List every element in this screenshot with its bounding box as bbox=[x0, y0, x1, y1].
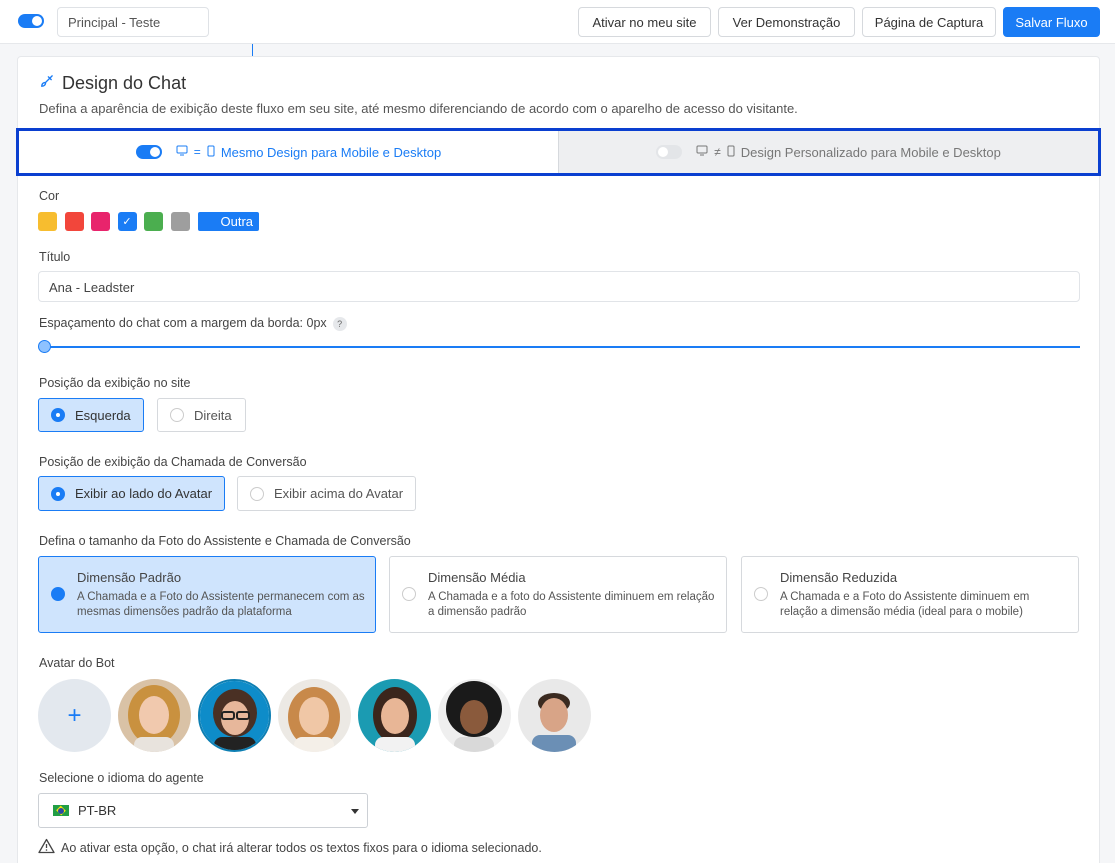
spacing-slider-track[interactable] bbox=[43, 346, 1080, 348]
section-subtitle: Defina a aparência de exibição deste flu… bbox=[39, 101, 798, 116]
avatar-option-1[interactable] bbox=[118, 679, 191, 752]
mobile-icon bbox=[207, 145, 215, 160]
size-medium-option[interactable]: Dimensão Média A Chamada e a foto do Ass… bbox=[389, 556, 727, 633]
divider bbox=[252, 44, 253, 56]
same-design-option[interactable]: = Mesmo Design para Mobile e Desktop bbox=[19, 131, 558, 173]
language-select[interactable]: PT-BR bbox=[38, 793, 368, 828]
custom-design-toggle[interactable] bbox=[656, 145, 683, 159]
radio-empty-icon bbox=[250, 486, 264, 501]
other-color-label: Outra bbox=[220, 214, 253, 229]
color-swatch[interactable] bbox=[38, 212, 57, 231]
radio-selected-icon bbox=[51, 587, 65, 601]
size-default-option[interactable]: Dimensão Padrão A Chamada e a Foto do As… bbox=[38, 556, 376, 633]
design-mode-selector: = Mesmo Design para Mobile e Desktop ≠ D… bbox=[16, 128, 1101, 176]
save-flow-button[interactable]: Salvar Fluxo bbox=[1003, 7, 1100, 37]
title-label: Título bbox=[39, 250, 71, 264]
position-right-option[interactable]: Direita bbox=[157, 398, 246, 432]
check-icon: ✓ bbox=[122, 216, 132, 228]
mobile-icon bbox=[727, 145, 735, 160]
same-design-label: Mesmo Design para Mobile e Desktop bbox=[220, 144, 442, 160]
add-avatar-button[interactable]: + bbox=[38, 679, 111, 752]
call-position-label: Posição de exibição da Chamada de Conver… bbox=[39, 455, 307, 469]
size-reduced-option[interactable]: Dimensão Reduzida A Chamada e a Foto do … bbox=[741, 556, 1079, 633]
plus-icon: + bbox=[67, 701, 82, 729]
radio-empty-icon bbox=[402, 587, 416, 601]
spacing-label-row: Espaçamento do chat com a margem da bord… bbox=[39, 316, 347, 331]
size-reduced-desc: A Chamada e a Foto do Assistente diminue… bbox=[780, 591, 1030, 618]
custom-design-label: Design Personalizado para Mobile e Deskt… bbox=[740, 144, 1001, 160]
brush-icon bbox=[39, 73, 54, 94]
spacing-slider-handle[interactable] bbox=[38, 340, 51, 353]
flow-active-toggle[interactable] bbox=[18, 14, 44, 28]
activate-site-button[interactable]: Ativar no meu site bbox=[578, 7, 711, 37]
size-default-title: Dimensão Padrão bbox=[77, 570, 182, 585]
monitor-icon bbox=[696, 145, 708, 159]
size-reduced-title: Dimensão Reduzida bbox=[780, 570, 898, 585]
warning-icon bbox=[38, 838, 55, 857]
help-icon[interactable]: ? bbox=[332, 316, 347, 331]
color-swatch[interactable]: ✓ bbox=[117, 212, 137, 231]
not-equal-icon: ≠ bbox=[714, 145, 721, 159]
warning-text: Ao ativar esta opção, o chat irá alterar… bbox=[61, 840, 542, 855]
radio-selected-icon bbox=[51, 486, 65, 501]
monitor-icon bbox=[176, 145, 188, 159]
section-title: Design do Chat bbox=[39, 73, 186, 94]
avatar-option-3[interactable] bbox=[278, 679, 351, 752]
spacing-label: Espaçamento do chat com a margem da bord… bbox=[39, 316, 327, 330]
caret-down-icon bbox=[351, 809, 359, 814]
avatar-option-2[interactable] bbox=[198, 679, 271, 752]
language-value: PT-BR bbox=[78, 803, 117, 818]
color-label: Cor bbox=[39, 189, 60, 203]
same-design-toggle[interactable] bbox=[135, 145, 162, 159]
page-title: Design do Chat bbox=[62, 73, 187, 93]
photo-size-label: Defina o tamanho da Foto do Assistente e… bbox=[39, 534, 411, 548]
size-medium-title: Dimensão Média bbox=[428, 570, 526, 585]
avatar-label: Avatar do Bot bbox=[39, 656, 115, 670]
position-left-option[interactable]: Esquerda bbox=[38, 398, 144, 432]
brazil-flag-icon bbox=[53, 805, 69, 816]
language-warning: Ao ativar esta opção, o chat irá alterar… bbox=[38, 838, 542, 857]
avatar-option-6[interactable] bbox=[518, 679, 591, 752]
top-bar: Principal - Teste Ativar no meu site Ver… bbox=[0, 0, 1115, 44]
radio-empty-icon bbox=[170, 408, 184, 422]
call-beside-avatar-label: Exibir ao lado do Avatar bbox=[75, 486, 213, 501]
position-right-label: Direita bbox=[194, 407, 232, 423]
flow-name-field[interactable]: Principal - Teste bbox=[57, 7, 209, 37]
call-beside-avatar-option[interactable]: Exibir ao lado do Avatar bbox=[38, 476, 225, 511]
call-above-avatar-option[interactable]: Exibir acima do Avatar bbox=[237, 476, 416, 511]
size-medium-desc: A Chamada e a foto do Assistente diminue… bbox=[428, 591, 715, 618]
call-above-avatar-label: Exibir acima do Avatar bbox=[274, 486, 404, 501]
size-default-desc: A Chamada e a Foto do Assistente permane… bbox=[77, 591, 365, 618]
color-swatch[interactable] bbox=[91, 212, 110, 231]
radio-selected-icon bbox=[51, 408, 65, 422]
equals-icon: = bbox=[193, 145, 201, 159]
language-label: Selecione o idioma do agente bbox=[39, 771, 204, 785]
title-input[interactable]: Ana - Leadster bbox=[38, 271, 1080, 302]
view-demo-button[interactable]: Ver Demonstração bbox=[718, 7, 855, 37]
other-color-button[interactable]: Outra bbox=[198, 212, 259, 231]
custom-design-option[interactable]: ≠ Design Personalizado para Mobile e Des… bbox=[558, 131, 1098, 173]
chat-design-card: Design do Chat Defina a aparência de exi… bbox=[16, 56, 1101, 863]
radio-empty-icon bbox=[754, 587, 768, 601]
position-label: Posição da exibição no site bbox=[39, 376, 191, 390]
color-swatch[interactable] bbox=[64, 212, 84, 231]
position-left-label: Esquerda bbox=[75, 407, 131, 423]
color-swatch[interactable] bbox=[144, 212, 163, 231]
avatar-option-5[interactable] bbox=[438, 679, 511, 752]
capture-page-button[interactable]: Página de Captura bbox=[862, 7, 996, 37]
avatar-option-4[interactable] bbox=[358, 679, 431, 752]
color-swatch[interactable] bbox=[170, 212, 190, 231]
